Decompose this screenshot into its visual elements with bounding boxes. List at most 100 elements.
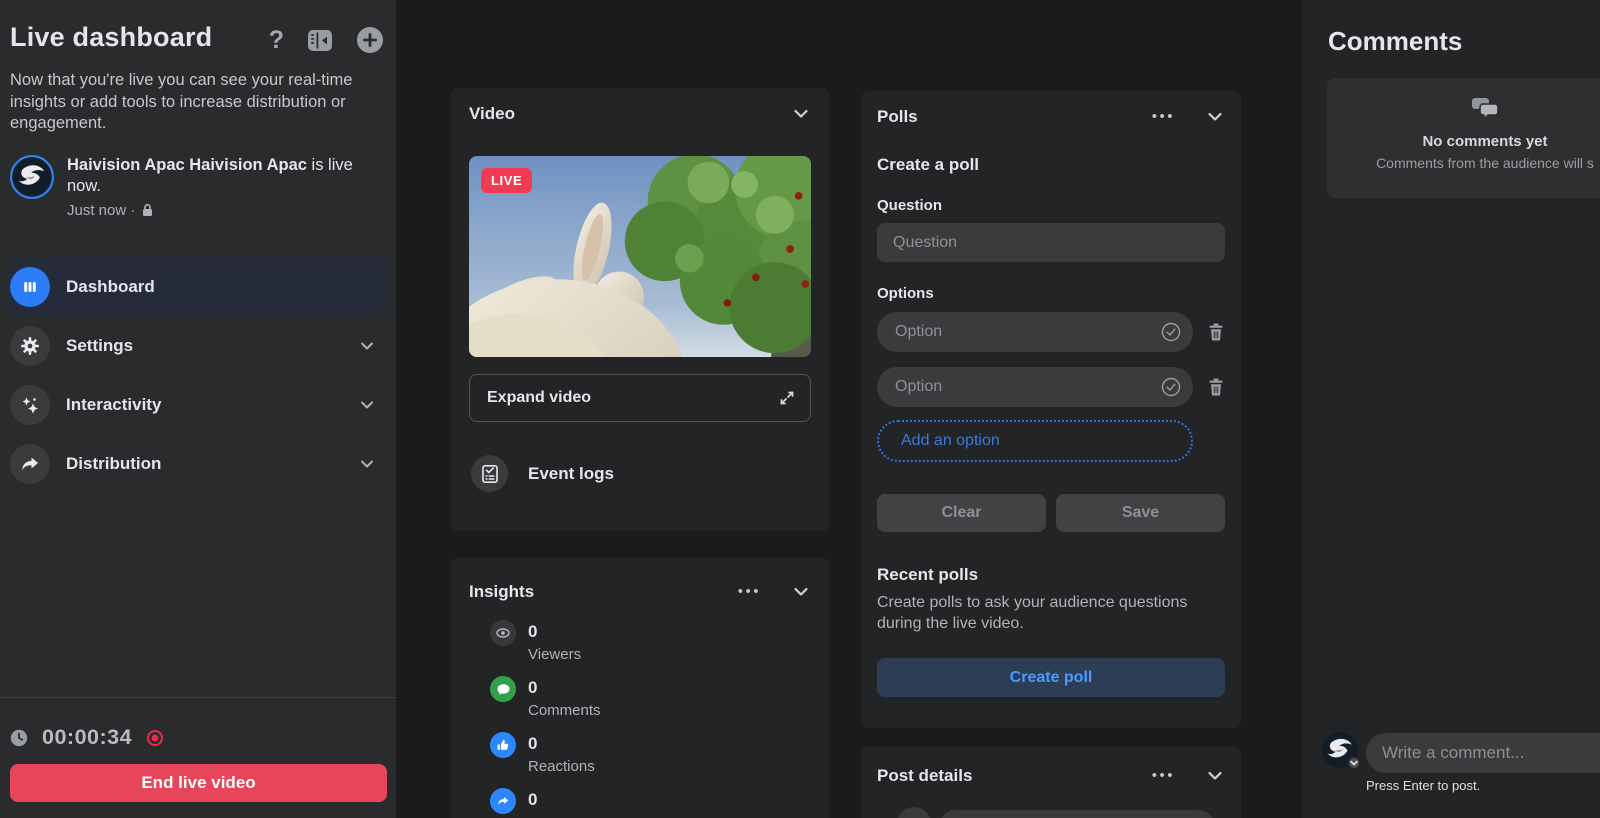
- event-logs-icon: [471, 455, 508, 492]
- end-live-video-button[interactable]: End live video: [10, 764, 387, 802]
- delete-option-icon[interactable]: [1207, 322, 1225, 342]
- comments-empty-state: No comments yet Comments from the audien…: [1327, 78, 1600, 198]
- timer-value: 00:00:34: [42, 725, 132, 750]
- insights-stats: 0 Viewers 0 Comments: [469, 619, 811, 815]
- insights-card-header: Insights •••: [469, 582, 811, 602]
- video-card: Video: [450, 88, 830, 531]
- stat-shares: 0: [490, 787, 811, 815]
- poll-actions: Clear Save: [877, 494, 1225, 532]
- comments-title: Comments: [1328, 26, 1600, 57]
- thumbs-up-icon: [490, 732, 516, 758]
- poll-option-row: [877, 312, 1225, 352]
- stat-value: 0: [528, 787, 537, 813]
- chevron-down-icon: [358, 455, 376, 473]
- live-status-time: Just now ·: [67, 200, 135, 222]
- sidebar-item-label: Distribution: [66, 454, 342, 474]
- polls-card-title: Polls: [877, 107, 1152, 127]
- check-circle-icon: [1161, 377, 1181, 402]
- comments-panel: Comments No comments yet Comments from t…: [1302, 0, 1600, 818]
- create-poll-button[interactable]: Create poll: [877, 658, 1225, 697]
- add-icon[interactable]: [356, 26, 384, 54]
- clear-button[interactable]: Clear: [877, 494, 1046, 532]
- live-status-meta: Just now ·: [67, 200, 372, 222]
- more-icon[interactable]: •••: [1152, 771, 1175, 781]
- chevron-down-icon[interactable]: [1205, 107, 1225, 127]
- recent-polls-heading: Recent polls: [877, 565, 1225, 585]
- expand-video-button[interactable]: Expand video: [469, 374, 811, 422]
- insights-card: Insights ••• 0 Viewers: [450, 558, 830, 818]
- live-status-text: Haivision Apac Haivision Apac is live no…: [67, 155, 372, 222]
- record-icon: [146, 729, 164, 747]
- chat-bubbles-icon: [1471, 96, 1499, 121]
- chevron-down-icon[interactable]: [791, 582, 811, 602]
- event-logs-label: Event logs: [528, 464, 614, 484]
- sidebar-description: Now that you're live you can see your re…: [10, 70, 384, 135]
- option-input[interactable]: [877, 367, 1193, 407]
- event-logs-button[interactable]: Event logs: [469, 455, 811, 492]
- video-card-title: Video: [469, 104, 761, 124]
- recent-polls-description: Create polls to ask your audience questi…: [877, 592, 1225, 634]
- collapse-panel-icon[interactable]: [306, 27, 334, 54]
- sidebar-item-dashboard[interactable]: Dashboard: [8, 258, 388, 315]
- share-arrow-icon: [490, 788, 516, 814]
- stat-label: Comments: [528, 703, 601, 719]
- create-poll-heading: Create a poll: [877, 155, 1225, 175]
- post-details-card: Post details •••: [861, 746, 1241, 818]
- check-circle-icon: [1161, 322, 1181, 347]
- chevron-down-icon[interactable]: [791, 104, 811, 124]
- comments-empty-title: No comments yet: [1327, 133, 1600, 150]
- stat-comments: 0 Comments: [490, 675, 811, 719]
- chevron-down-icon[interactable]: [1205, 766, 1225, 786]
- live-video-preview: LIVE: [469, 156, 811, 357]
- delete-option-icon[interactable]: [1207, 377, 1225, 397]
- chevron-down-icon: [358, 396, 376, 414]
- sidebar: Live dashboard ?: [0, 0, 396, 818]
- add-option-button[interactable]: Add an option: [877, 420, 1193, 462]
- option-input[interactable]: [877, 312, 1193, 352]
- dashboard-icon: [10, 267, 50, 307]
- stat-value: 0: [528, 731, 595, 757]
- more-icon[interactable]: •••: [1152, 112, 1175, 122]
- composer-avatar[interactable]: [1322, 732, 1358, 768]
- lock-icon: [141, 203, 154, 217]
- post-details-header: Post details •••: [877, 766, 1225, 786]
- sidebar-actions: ?: [269, 22, 384, 54]
- more-icon[interactable]: •••: [738, 587, 761, 597]
- eye-icon: [490, 620, 516, 646]
- sidebar-item-distribution[interactable]: Distribution: [8, 435, 388, 492]
- live-producer-screen: Live dashboard ?: [0, 0, 1600, 818]
- insights-card-title: Insights: [469, 582, 738, 602]
- sidebar-item-interactivity[interactable]: Interactivity: [8, 376, 388, 433]
- question-input[interactable]: [877, 223, 1225, 262]
- sparkles-icon: [10, 385, 50, 425]
- gear-icon: [10, 326, 50, 366]
- sidebar-header: Live dashboard ?: [0, 0, 396, 54]
- stat-label: Reactions: [528, 759, 595, 775]
- poll-option-row: [877, 367, 1225, 407]
- sidebar-nav: Dashboard: [8, 258, 388, 494]
- broadcaster-name: Haivision Apac Haivision Apac: [67, 156, 307, 174]
- save-button[interactable]: Save: [1056, 494, 1225, 532]
- stat-value: 0: [528, 675, 601, 701]
- sidebar-item-label: Settings: [66, 336, 342, 356]
- avatar-chevron-icon: [1347, 756, 1361, 770]
- post-details-title: Post details: [877, 766, 1152, 786]
- comment-icon: [490, 676, 516, 702]
- sidebar-footer: 00:00:34 End live video: [0, 697, 396, 818]
- sidebar-item-settings[interactable]: Settings: [8, 317, 388, 374]
- chevron-down-icon: [358, 337, 376, 355]
- post-message-field[interactable]: [939, 810, 1215, 818]
- sidebar-item-label: Interactivity: [66, 395, 342, 415]
- comment-input[interactable]: [1366, 733, 1600, 773]
- question-label: Question: [877, 197, 1225, 214]
- help-icon[interactable]: ?: [269, 28, 284, 53]
- post-avatar: [897, 807, 931, 818]
- stat-viewers: 0 Viewers: [490, 619, 811, 663]
- sidebar-item-label: Dashboard: [66, 277, 376, 297]
- composer-hint: Press Enter to post.: [1366, 778, 1480, 793]
- page-title: Live dashboard: [10, 22, 269, 53]
- stat-label: Viewers: [528, 647, 581, 663]
- video-card-header: Video: [469, 104, 811, 124]
- live-badge: LIVE: [481, 168, 532, 193]
- options-label: Options: [877, 285, 1225, 302]
